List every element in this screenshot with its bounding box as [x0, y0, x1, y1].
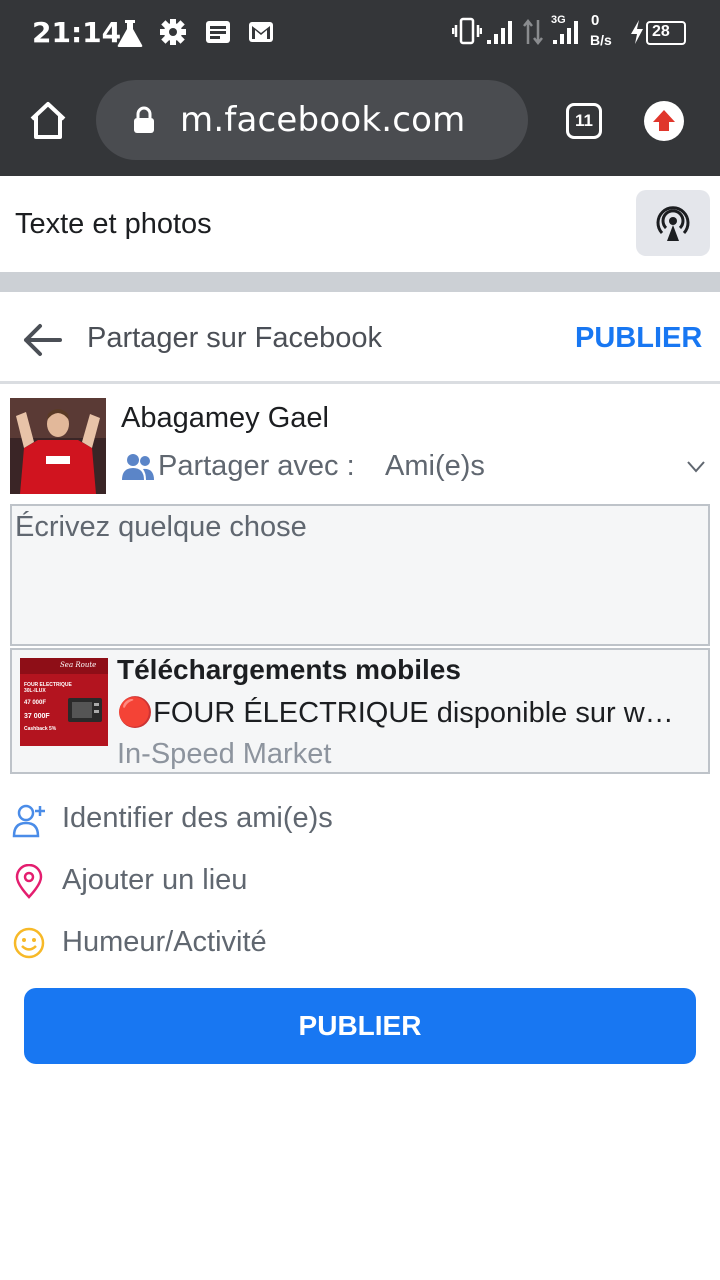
- news-icon: [206, 21, 230, 43]
- avatar[interactable]: [10, 398, 106, 494]
- friends-icon: [122, 454, 154, 480]
- link-title: Téléchargements mobiles: [117, 654, 461, 685]
- audience-selector[interactable]: Partager avec : Ami(e)s: [121, 450, 711, 486]
- link-preview-card[interactable]: Sea Route FOUR ELECTRIQUE 30L-ILUX 47 00…: [10, 648, 710, 774]
- smiley-icon: [13, 927, 45, 959]
- section-title: Texte et photos: [15, 208, 212, 240]
- gmail-icon: [249, 22, 273, 42]
- composer-placeholder: Écrivez quelque chose: [15, 511, 307, 543]
- tag-friends-row[interactable]: Identifier des ami(e)s: [12, 798, 712, 842]
- share-header: Partager sur Facebook PUBLIER: [0, 292, 720, 384]
- signal-3g-icon: [553, 21, 578, 44]
- feeling-activity-label: Humeur/Activité: [62, 926, 267, 958]
- thumb-price-old: 47 000F: [24, 700, 47, 706]
- url-text: m.facebook.com: [180, 100, 466, 140]
- link-description: 🔴FOUR ÉLECTRIQUE disponible sur w…: [117, 697, 674, 729]
- thumb-brand: Sea Route: [60, 661, 97, 669]
- status-bar: 21:14 3G 0 B/s 28: [0, 0, 720, 66]
- battery-level: 28: [652, 23, 670, 40]
- broadcast-button[interactable]: [636, 190, 710, 256]
- browser-toolbar: m.facebook.com 11: [0, 66, 720, 176]
- signal-icon: [487, 21, 512, 44]
- tabs-count-button[interactable]: 11: [566, 103, 602, 139]
- feeling-activity-row[interactable]: Humeur/Activité: [12, 922, 712, 966]
- address-bar[interactable]: m.facebook.com: [96, 80, 528, 160]
- add-person-icon: [12, 804, 45, 838]
- link-source: In-Speed Market: [117, 738, 332, 770]
- user-name: Abagamey Gael: [121, 402, 329, 434]
- post-composer[interactable]: Écrivez quelque chose: [10, 504, 710, 646]
- battery-icon: 28: [646, 21, 686, 45]
- top-section: Texte et photos: [0, 176, 720, 272]
- chevron-down-icon: [687, 461, 705, 473]
- add-location-row[interactable]: Ajouter un lieu: [12, 860, 712, 904]
- thumb-badge: Cashback 5%: [24, 726, 57, 732]
- net-speed-unit: B/s: [590, 32, 612, 48]
- thumb-product: FOUR ELECTRIQUE 30L-ILUX: [24, 682, 72, 694]
- broadcast-icon: [656, 206, 690, 241]
- net-speed-value: 0: [591, 12, 600, 29]
- vibrate-icon: [452, 17, 482, 45]
- section-divider: [0, 272, 720, 292]
- thumb-price-new: 37 000F: [24, 713, 50, 720]
- link-thumbnail: Sea Route FOUR ELECTRIQUE 30L-ILUX 47 00…: [20, 658, 108, 746]
- publish-button[interactable]: PUBLIER: [24, 988, 696, 1064]
- location-pin-icon: [15, 864, 43, 899]
- lock-icon: [134, 106, 154, 133]
- home-icon[interactable]: [26, 99, 70, 143]
- tag-friends-label: Identifier des ami(e)s: [62, 802, 333, 834]
- share-title: Partager sur Facebook: [87, 322, 382, 354]
- data-transfer-icon: [523, 18, 543, 46]
- charging-icon: [631, 20, 643, 44]
- audience-label: Partager avec :: [158, 450, 355, 482]
- back-arrow-icon[interactable]: [20, 320, 64, 360]
- avatar-image: [10, 398, 106, 494]
- flask-icon: [117, 20, 143, 47]
- publish-header-button[interactable]: PUBLIER: [575, 322, 702, 355]
- update-button[interactable]: [644, 101, 684, 141]
- status-time: 21:14: [32, 16, 122, 49]
- gear-icon: [160, 19, 186, 45]
- upload-arrow-icon: [653, 110, 675, 131]
- audience-value: Ami(e)s: [385, 450, 485, 482]
- add-location-label: Ajouter un lieu: [62, 864, 248, 896]
